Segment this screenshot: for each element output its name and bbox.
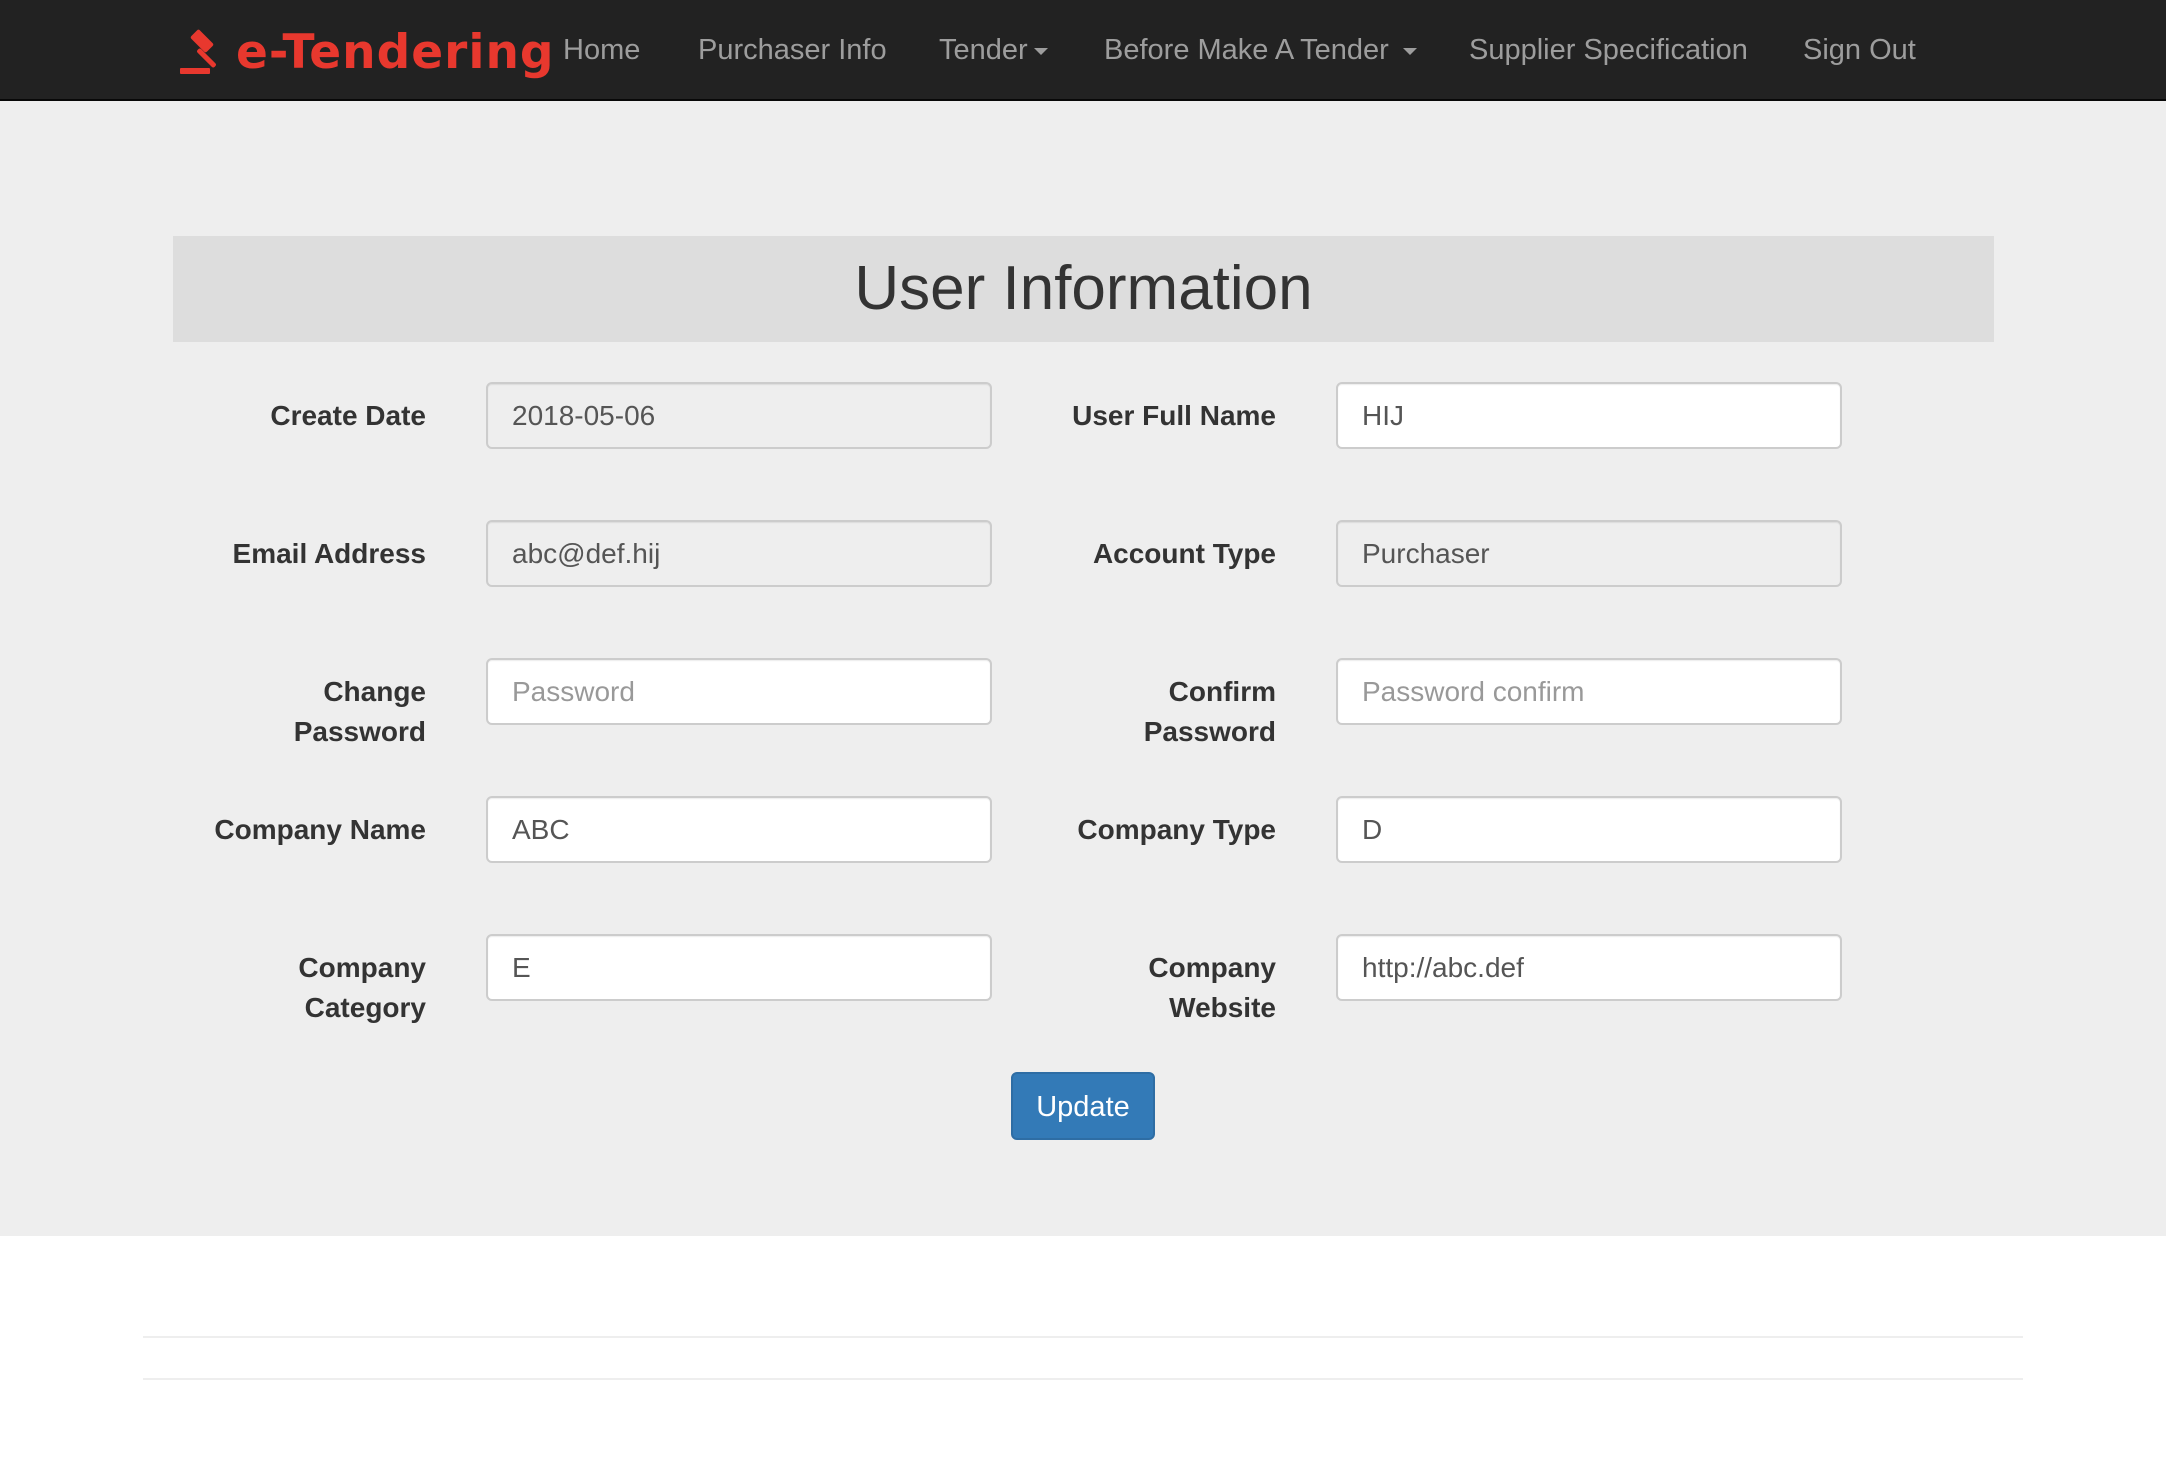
company-website-label-line1: Company xyxy=(1148,952,1276,983)
gavel-icon xyxy=(180,29,216,74)
nav-purchaser-info[interactable]: Purchaser Info xyxy=(698,0,887,100)
create-date-label: Create Date xyxy=(270,400,426,431)
company-type-label: Company Type xyxy=(1077,814,1276,845)
confirm-password-label-line1: Confirm xyxy=(1168,676,1276,707)
confirm-password-label-line2: Password xyxy=(1143,716,1276,747)
email-address-label: Email Address xyxy=(232,538,426,569)
update-button[interactable]: Update xyxy=(1011,1072,1155,1140)
company-website-field[interactable] xyxy=(1336,934,1842,1001)
company-name-label: Company Name xyxy=(214,814,426,845)
page-title: User Information xyxy=(854,254,1313,323)
brand-link[interactable]: e-Tendering xyxy=(178,22,555,82)
email-address-field[interactable] xyxy=(486,520,992,587)
caret-down-icon xyxy=(1033,47,1048,55)
nav-before-make-a-tender-label: Before Make A Tender xyxy=(1104,34,1389,66)
nav-tender-label: Tender xyxy=(939,34,1028,66)
user-full-name-label: User Full Name xyxy=(1072,400,1276,431)
nav-home[interactable]: Home xyxy=(563,0,640,100)
company-category-field[interactable] xyxy=(486,934,992,1001)
company-website-label-line2: Website xyxy=(1169,992,1276,1023)
nav-purchaser-info-label: Purchaser Info xyxy=(698,34,887,66)
change-password-label-line1: Change xyxy=(323,676,426,707)
change-password-field[interactable] xyxy=(486,658,992,725)
create-date-field[interactable] xyxy=(486,382,992,449)
change-password-label: Change Password xyxy=(96,672,426,752)
company-category-label: Company Category xyxy=(96,948,426,1028)
confirm-password-field[interactable] xyxy=(1336,658,1842,725)
page-title-bar: User Information xyxy=(173,236,1994,342)
nav-before-make-a-tender-dropdown[interactable]: Before Make A Tender xyxy=(1104,0,1417,100)
company-type-field[interactable] xyxy=(1336,796,1842,863)
caret-down-icon xyxy=(1402,47,1417,55)
nav-sign-out-label: Sign Out xyxy=(1803,34,1916,66)
company-name-field[interactable] xyxy=(486,796,992,863)
nav-supplier-specification[interactable]: Supplier Specification xyxy=(1469,0,1748,100)
nav-sign-out[interactable]: Sign Out xyxy=(1803,0,1916,100)
top-navbar: e-Tendering Home Purchaser Info Tender B… xyxy=(0,0,2166,101)
company-category-label-line1: Company xyxy=(298,952,426,983)
confirm-password-label: Confirm Password xyxy=(946,672,1276,752)
footer-divider-bottom xyxy=(143,1378,2023,1380)
footer-divider-top xyxy=(143,1336,2023,1338)
account-type-label: Account Type xyxy=(1092,538,1276,569)
account-type-field[interactable] xyxy=(1336,520,1842,587)
change-password-label-line2: Password xyxy=(293,716,426,747)
nav-supplier-specification-label: Supplier Specification xyxy=(1469,34,1748,66)
brand-name: e-Tendering xyxy=(236,24,555,80)
user-full-name-field[interactable] xyxy=(1336,382,1842,449)
nav-tender-dropdown[interactable]: Tender xyxy=(939,0,1048,100)
company-website-label: Company Website xyxy=(946,948,1276,1028)
company-category-label-line2: Category xyxy=(304,992,426,1023)
nav-home-label: Home xyxy=(563,34,641,66)
